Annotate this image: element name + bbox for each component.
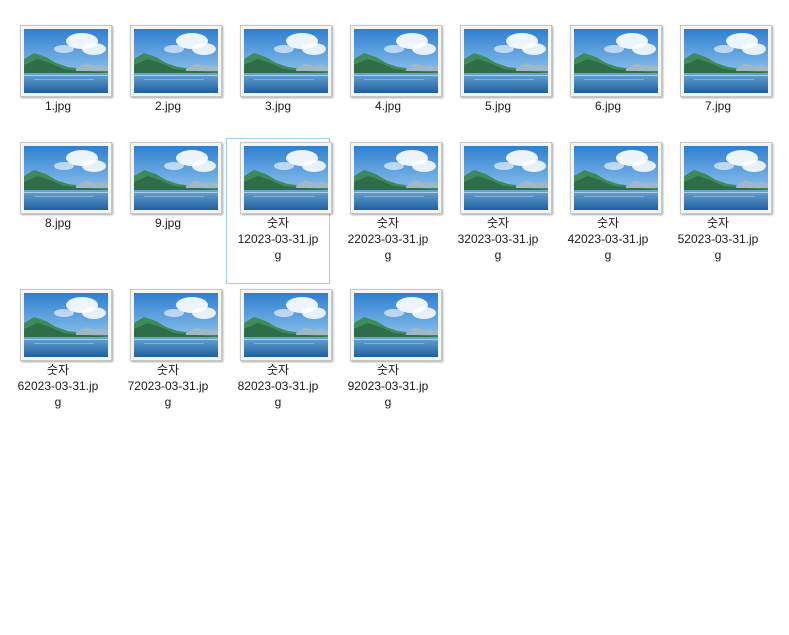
file-item[interactable]: 6.jpg <box>556 21 662 119</box>
file-item[interactable]: 9.jpg <box>116 138 222 236</box>
image-thumbnail-icon <box>570 25 662 97</box>
file-name-label: 8.jpg <box>44 216 72 230</box>
landscape-thumbnail-art <box>464 146 548 210</box>
file-item[interactable]: 1.jpg <box>6 21 112 119</box>
image-thumbnail-icon <box>460 25 552 97</box>
file-name-label: 숫자 42023-03-31.jp g <box>567 216 649 262</box>
image-thumbnail-icon <box>570 142 662 214</box>
image-thumbnail-icon <box>130 25 222 97</box>
file-name-label: 숫자 12023-03-31.jp g <box>237 216 319 262</box>
file-name-label: 숫자 72023-03-31.jp g <box>127 363 209 409</box>
landscape-thumbnail-art <box>574 29 658 93</box>
file-name-label: 6.jpg <box>594 99 622 113</box>
file-name-label: 숫자 52023-03-31.jp g <box>677 216 759 262</box>
landscape-thumbnail-art <box>244 146 328 210</box>
file-item[interactable]: 8.jpg <box>6 138 112 236</box>
file-item[interactable]: 5.jpg <box>446 21 552 119</box>
image-thumbnail-icon <box>350 289 442 361</box>
file-item[interactable]: 4.jpg <box>336 21 442 119</box>
landscape-thumbnail-art <box>24 293 108 357</box>
file-name-label: 숫자 32023-03-31.jp g <box>457 216 539 262</box>
file-name-label: 9.jpg <box>154 216 182 230</box>
image-thumbnail-icon <box>240 142 332 214</box>
file-item[interactable]: 숫자 82023-03-31.jp g <box>226 285 332 431</box>
file-item[interactable]: 숫자 92023-03-31.jp g <box>336 285 442 431</box>
file-name-label: 7.jpg <box>704 99 732 113</box>
image-thumbnail-icon <box>240 289 332 361</box>
file-name-label: 숫자 22023-03-31.jp g <box>347 216 429 262</box>
landscape-thumbnail-art <box>354 293 438 357</box>
landscape-thumbnail-art <box>24 146 108 210</box>
file-item[interactable]: 숫자 42023-03-31.jp g <box>556 138 662 284</box>
file-name-label: 숫자 92023-03-31.jp g <box>347 363 429 409</box>
file-grid: 1.jpg 2.jpg 3.jpg 4.jpg 5.jpg 6.jpg 7.jp… <box>0 0 789 635</box>
file-item[interactable]: 숫자 62023-03-31.jp g <box>6 285 112 431</box>
file-name-label: 5.jpg <box>484 99 512 113</box>
image-thumbnail-icon <box>460 142 552 214</box>
landscape-thumbnail-art <box>354 146 438 210</box>
file-name-label: 숫자 62023-03-31.jp g <box>17 363 99 409</box>
file-name-label: 4.jpg <box>374 99 402 113</box>
image-thumbnail-icon <box>20 142 112 214</box>
file-item[interactable]: 숫자 72023-03-31.jp g <box>116 285 222 431</box>
file-item[interactable]: 3.jpg <box>226 21 332 119</box>
file-item[interactable]: 숫자 12023-03-31.jp g <box>226 138 332 284</box>
landscape-thumbnail-art <box>134 146 218 210</box>
landscape-thumbnail-art <box>244 293 328 357</box>
image-thumbnail-icon <box>680 142 772 214</box>
file-name-label: 2.jpg <box>154 99 182 113</box>
landscape-thumbnail-art <box>134 29 218 93</box>
landscape-thumbnail-art <box>354 29 438 93</box>
image-thumbnail-icon <box>240 25 332 97</box>
image-thumbnail-icon <box>350 25 442 97</box>
file-name-label: 숫자 82023-03-31.jp g <box>237 363 319 409</box>
landscape-thumbnail-art <box>684 146 768 210</box>
landscape-thumbnail-art <box>574 146 658 210</box>
landscape-thumbnail-art <box>464 29 548 93</box>
image-thumbnail-icon <box>680 25 772 97</box>
image-thumbnail-icon <box>350 142 442 214</box>
file-item[interactable]: 숫자 22023-03-31.jp g <box>336 138 442 284</box>
image-thumbnail-icon <box>130 289 222 361</box>
image-thumbnail-icon <box>130 142 222 214</box>
file-name-label: 3.jpg <box>264 99 292 113</box>
file-name-label: 1.jpg <box>44 99 72 113</box>
landscape-thumbnail-art <box>24 29 108 93</box>
file-item[interactable]: 7.jpg <box>666 21 772 119</box>
landscape-thumbnail-art <box>244 29 328 93</box>
landscape-thumbnail-art <box>684 29 768 93</box>
image-thumbnail-icon <box>20 289 112 361</box>
landscape-thumbnail-art <box>134 293 218 357</box>
image-thumbnail-icon <box>20 25 112 97</box>
file-item[interactable]: 숫자 32023-03-31.jp g <box>446 138 552 284</box>
file-item[interactable]: 숫자 52023-03-31.jp g <box>666 138 772 284</box>
file-item[interactable]: 2.jpg <box>116 21 222 119</box>
